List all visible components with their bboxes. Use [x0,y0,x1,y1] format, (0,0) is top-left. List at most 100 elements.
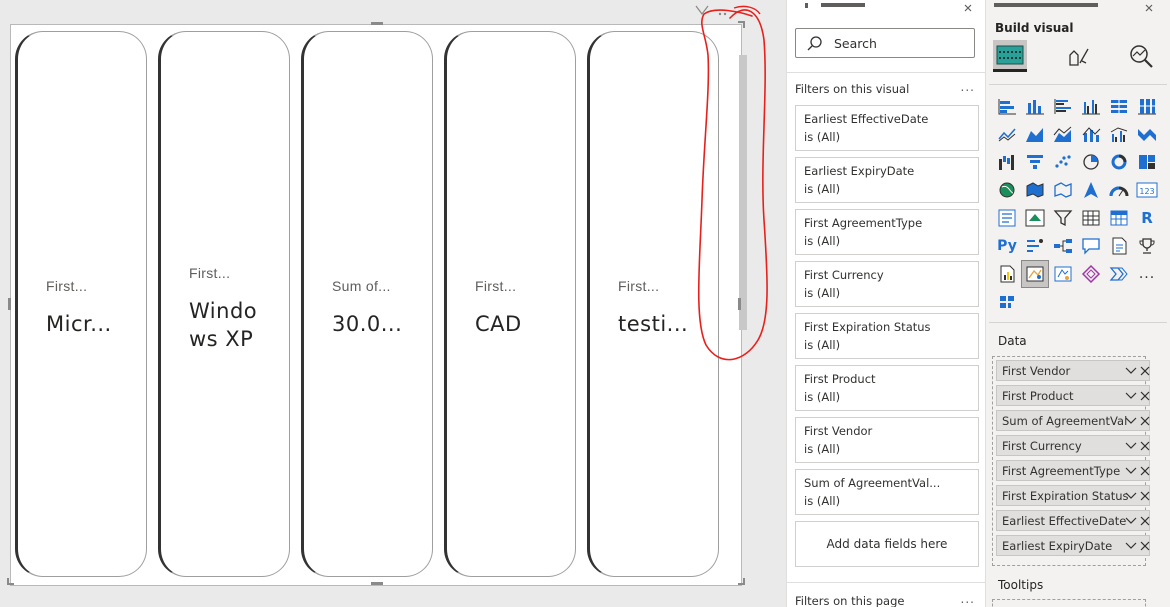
card-vendor[interactable]: First... Micr... [15,31,147,577]
100pct-stacked-column-chart-icon[interactable] [1133,92,1161,120]
paginated-report-icon[interactable] [993,260,1021,288]
filters-pane: Search Filters on this visual ... Earlie… [786,0,986,607]
close-icon[interactable] [1140,466,1150,476]
imported-custom-visual-icon[interactable] [993,288,1021,316]
power-apps-diamond-icon[interactable] [1077,260,1105,288]
close-icon[interactable] [1140,391,1150,401]
field-pill-first-vendor[interactable]: First Vendor [996,360,1150,381]
close-icon[interactable] [1140,541,1150,551]
key-influencers-icon[interactable] [1021,232,1049,260]
tab-format-visual[interactable] [1060,40,1094,72]
resize-handle-bottom[interactable] [371,582,383,585]
close-icon[interactable] [1140,491,1150,501]
chevron-down-icon[interactable] [1125,491,1137,501]
power-apps-visual-icon[interactable] [1049,260,1077,288]
more-options-icon[interactable]: ... [961,80,975,94]
resize-corner-bottom-left[interactable] [7,578,14,585]
smart-narrative-icon[interactable] [1105,232,1133,260]
close-icon[interactable] [1140,516,1150,526]
power-automate-icon[interactable] [1105,260,1133,288]
chevron-down-icon[interactable] [1125,366,1137,376]
card-icon[interactable]: 123 [1133,176,1161,204]
metrics-trophy-icon[interactable] [1133,232,1161,260]
100pct-stacked-bar-chart-icon[interactable] [1105,92,1133,120]
treemap-icon[interactable] [1133,148,1161,176]
decomposition-tree-icon[interactable] [1049,232,1077,260]
table-icon[interactable] [1077,204,1105,232]
filter-name: First Product [804,372,876,386]
multi-row-card-icon[interactable] [993,204,1021,232]
field-pill-first-agreementtype[interactable]: First AgreementType [996,460,1150,481]
stacked-area-chart-icon[interactable] [1049,120,1077,148]
line-and-stacked-column-chart-icon[interactable] [1077,120,1105,148]
filter-value: is (All) [804,442,841,456]
clustered-bar-chart-icon[interactable] [1049,92,1077,120]
chevron-down-icon[interactable] [1125,441,1137,451]
waterfall-chart-icon[interactable] [993,148,1021,176]
r-script-visual-icon[interactable]: R [1133,204,1161,232]
slicer-icon[interactable] [1049,204,1077,232]
field-pill-first-product[interactable]: First Product [996,385,1150,406]
filter-card-first-product[interactable]: First Product is (All) [795,365,979,411]
stacked-column-chart-icon[interactable] [1021,92,1049,120]
field-pill-first-expiration-status[interactable]: First Expiration Status [996,485,1150,506]
tab-build-visual[interactable] [993,40,1027,72]
azure-map-icon[interactable] [1077,176,1105,204]
filters-search-input[interactable]: Search [795,28,975,58]
python-visual-icon[interactable]: Py [993,232,1021,260]
filter-card-first-agreementtype[interactable]: First AgreementType is (All) [795,209,979,255]
more-visuals-icon[interactable]: ... [1133,260,1161,288]
kpi-icon[interactable] [1021,204,1049,232]
scatter-chart-icon[interactable] [1049,148,1077,176]
funnel-chart-icon[interactable] [1021,148,1049,176]
clustered-column-chart-icon[interactable] [1077,92,1105,120]
filter-card-earliest-effectivedate[interactable]: Earliest EffectiveDate is (All) [795,105,979,151]
filled-map-icon[interactable] [1021,176,1049,204]
chevron-down-icon[interactable] [1125,391,1137,401]
matrix-icon[interactable] [1105,204,1133,232]
ribbon-chart-icon[interactable] [1133,120,1161,148]
close-icon[interactable] [1140,416,1150,426]
add-data-fields-dropzone[interactable]: Add data fields here [795,521,979,567]
chevron-down-icon[interactable] [1125,516,1137,526]
tab-analytics[interactable] [1124,40,1158,72]
stacked-bar-chart-icon[interactable] [993,92,1021,120]
resize-corner-bottom-right[interactable] [738,578,745,585]
filter-card-earliest-expirydate[interactable]: Earliest ExpiryDate is (All) [795,157,979,203]
chevron-down-icon[interactable] [1125,416,1137,426]
field-name: First Vendor [1002,364,1071,378]
paintbrush-icon [1069,48,1089,66]
resize-handle-top[interactable] [371,22,383,25]
more-options-icon[interactable]: ... [961,592,975,606]
field-pill-earliest-effectivedate[interactable]: Earliest EffectiveDate [996,510,1150,531]
shape-map-icon[interactable] [1049,176,1077,204]
area-chart-icon[interactable] [1021,120,1049,148]
filter-card-first-currency[interactable]: First Currency is (All) [795,261,979,307]
card-product[interactable]: First... Windo ws XP [158,31,290,577]
filter-card-first-expiration-status[interactable]: First Expiration Status is (All) [795,313,979,359]
field-pill-first-currency[interactable]: First Currency [996,435,1150,456]
field-pill-sum-agreementvalue[interactable]: Sum of AgreementVal... [996,410,1150,431]
filters-on-visual-title: Filters on this visual [795,82,910,96]
line-chart-icon[interactable] [993,120,1021,148]
chevron-down-icon[interactable] [1125,466,1137,476]
custom-visual-selected-icon[interactable] [1021,260,1049,288]
card-value: CAD [475,312,522,336]
map-icon[interactable] [993,176,1021,204]
donut-chart-icon[interactable] [1105,148,1133,176]
filter-card-sum-agreementvalue[interactable]: Sum of AgreementVal... is (All) [795,469,979,515]
field-pill-earliest-expirydate[interactable]: Earliest ExpiryDate [996,535,1150,556]
gauge-icon[interactable] [1105,176,1133,204]
pie-chart-icon[interactable] [1077,148,1105,176]
qna-icon[interactable] [1077,232,1105,260]
multi-row-card-visual[interactable]: First... Micr... First... Windo ws XP Su… [7,21,747,586]
filter-card-first-vendor[interactable]: First Vendor is (All) [795,417,979,463]
close-icon[interactable] [1140,441,1150,451]
chevron-down-icon[interactable] [1125,541,1137,551]
line-and-clustered-column-chart-icon[interactable] [1105,120,1133,148]
tooltips-fields-well[interactable] [992,599,1146,607]
close-icon[interactable] [1140,366,1150,376]
resize-handle-left[interactable] [8,298,11,310]
card-agreement-value[interactable]: Sum of... 30.0... [301,31,433,577]
card-currency[interactable]: First... CAD [444,31,576,577]
